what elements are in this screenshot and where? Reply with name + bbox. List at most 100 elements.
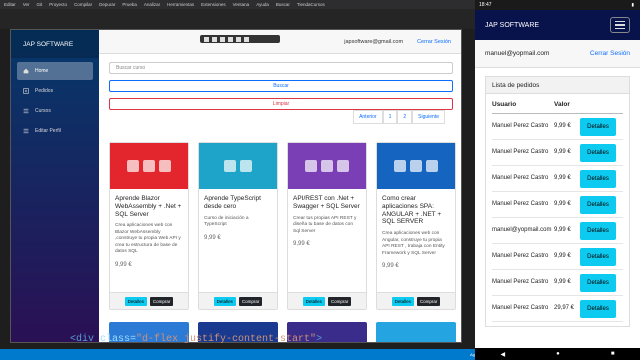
course-grid: Aprende Blazor WebAssembly + .Net + SQL … (109, 142, 456, 310)
course-thumbnail (110, 143, 188, 189)
course-thumbnail (199, 143, 277, 189)
order-value: 9,99 € (554, 200, 571, 207)
user-email: japsoftware@gmail.com (344, 38, 404, 45)
phone-logout-link[interactable]: Cerrar Sesión (590, 50, 630, 57)
course-thumbnail (376, 322, 456, 342)
order-details-button[interactable]: Detalles (580, 299, 616, 318)
ide-menu-item[interactable]: TiendaCursos (297, 2, 325, 7)
ide-menu-item[interactable]: Editar (4, 2, 16, 7)
phone-top-bar: manuel@yopmail.com Cerrar Sesión (475, 40, 640, 68)
ide-menu-item[interactable]: Compilar (74, 2, 92, 7)
orders-card: Lista de pedidos Usuario Valor Manuel Pe… (485, 76, 630, 327)
order-details-button[interactable]: Detalles (580, 169, 616, 188)
code-snippet: <div class="d-flex justify-content-start… (70, 334, 323, 345)
search-input[interactable]: Buscar curso (109, 62, 453, 74)
ide-menu-item[interactable]: Ventana (233, 2, 250, 7)
clear-button[interactable]: Limpiar (109, 98, 453, 110)
buy-button[interactable]: Comprar (149, 296, 174, 306)
course-title: Aprende Blazor WebAssembly + .Net + SQL … (115, 195, 182, 218)
hamburger-menu-icon[interactable] (610, 17, 630, 33)
home-icon[interactable]: ● (556, 351, 560, 357)
ide-menu-item[interactable]: Analizar (144, 2, 160, 7)
search-button[interactable]: Buscar (109, 80, 453, 92)
sidebar-item-home[interactable]: Home (17, 62, 93, 80)
order-user: Manuel Perez Castro (492, 278, 549, 285)
table-row: Manuel Perez Castro 9,99 € Detalles (492, 140, 623, 166)
order-user: Manuel Perez Castro (492, 148, 549, 155)
order-details-button[interactable]: Detalles (580, 195, 616, 214)
course-description: Crea aplicaciones web con Angular, const… (382, 231, 445, 256)
col-user: Usuario (492, 101, 517, 109)
order-user: Manuel Perez Castro (492, 304, 549, 311)
details-button[interactable]: Detalles (213, 296, 236, 306)
phone-status-bar: 18:47 ▮ (475, 0, 640, 10)
home-icon (23, 68, 29, 74)
back-icon[interactable]: ◀ (501, 351, 506, 358)
details-button[interactable]: Detalles (302, 296, 325, 306)
top-bar: japsoftware@gmail.com Cerrar Sesión (99, 30, 461, 54)
ide-menu-item[interactable]: Extensiones (201, 2, 226, 7)
table-row: Manuel Perez Castro 29,97 € Detalles (492, 296, 623, 322)
pagination-page-1[interactable]: 1 (382, 110, 398, 124)
order-value: 9,99 € (554, 148, 571, 155)
browser-window: JAP SOFTWARE Home Pedidos Cursos Editar … (10, 29, 462, 343)
course-card: Como crear aplicaciones SPA: ANGULAR + .… (376, 142, 456, 310)
details-button[interactable]: Detalles (124, 296, 147, 306)
sidebar-item-label: Home (35, 68, 49, 74)
buy-button[interactable]: Comprar (238, 296, 263, 306)
course-thumbnail (377, 143, 455, 189)
course-card: Aprende Blazor WebAssembly + .Net + SQL … (109, 142, 189, 310)
buy-button[interactable]: Comprar (327, 296, 352, 306)
sidebar-item-editar-perfil[interactable]: Editar Perfil (17, 122, 93, 140)
sidebar-item-cursos[interactable]: Cursos (17, 102, 93, 120)
course-price: 9,99 € (115, 261, 132, 268)
logout-link[interactable]: Cerrar Sesión (417, 39, 451, 45)
ide-menu-item[interactable]: Ayuda (256, 2, 269, 7)
order-details-button[interactable]: Detalles (580, 273, 616, 292)
table-row: Manuel Perez Castro 9,99 € Detalles (492, 270, 623, 296)
order-user: Manuel Perez Castro (492, 174, 549, 181)
sidebar-item-label: Editar Perfil (35, 128, 61, 134)
sidebar-item-pedidos[interactable]: Pedidos (17, 82, 93, 100)
order-value: 9,99 € (554, 226, 571, 233)
ide-menu-item[interactable]: Buscar (276, 2, 290, 7)
ide-menu-item[interactable]: Git (37, 2, 43, 7)
phone-emulator: 18:47 ▮ JAP SOFTWARE manuel@yopmail.com … (475, 0, 640, 360)
pagination-prev[interactable]: Anterior (353, 110, 383, 124)
phone-nav-bar: ◀ ● ■ (475, 348, 640, 360)
order-details-button[interactable]: Detalles (580, 143, 616, 162)
plus-icon (23, 88, 29, 94)
order-value: 9,99 € (554, 174, 571, 181)
ide-menu-item[interactable]: Proyecto (49, 2, 67, 7)
course-description: Crea aplicaciones web con Blazor WebAsse… (115, 223, 181, 255)
details-button[interactable]: Detalles (391, 296, 414, 306)
phone-brand: JAP SOFTWARE (485, 21, 540, 29)
ide-menu-item[interactable]: Depurar (99, 2, 115, 7)
ide-menu-item[interactable]: Herramientas (167, 2, 194, 7)
order-value: 9,99 € (554, 252, 571, 259)
recents-icon[interactable]: ■ (611, 351, 615, 357)
order-details-button[interactable]: Detalles (580, 117, 616, 136)
table-row: Manuel Perez Castro 9,99 € Detalles (492, 192, 623, 218)
order-user: Manuel Perez Castro (492, 200, 549, 207)
dev-toolbar (200, 35, 280, 43)
ide-menu-item[interactable]: Prueba (122, 2, 137, 7)
ide-menu-item[interactable]: Ver (23, 2, 30, 7)
course-card: Aprende TypeScript desde cero Curso de i… (198, 142, 278, 310)
pagination-next[interactable]: Siguiente (412, 110, 445, 124)
table-row: manuel@yopmail.com 9,99 € Detalles (492, 218, 623, 244)
order-details-button[interactable]: Detalles (580, 247, 616, 266)
table-row: Manuel Perez Castro 9,99 € Detalles (492, 244, 623, 270)
buy-button[interactable]: Comprar (416, 296, 441, 306)
course-title: Aprende TypeScript desde cero (204, 195, 261, 210)
course-actions: Detalles Comprar (288, 292, 366, 309)
pagination-page-2[interactable]: 2 (397, 110, 413, 124)
orders-table-header: Usuario Valor (492, 98, 623, 114)
phone-header: JAP SOFTWARE (475, 10, 640, 40)
pagination: Anterior 1 2 Siguiente (353, 110, 445, 124)
course-price: 9,99 € (382, 263, 399, 270)
phone-time: 18:47 (479, 2, 492, 8)
order-details-button[interactable]: Detalles (580, 221, 616, 240)
course-title: API/REST con .Net + Swagger + SQL Server (293, 195, 360, 210)
table-row: Manuel Perez Castro 9,99 € Detalles (492, 166, 623, 192)
